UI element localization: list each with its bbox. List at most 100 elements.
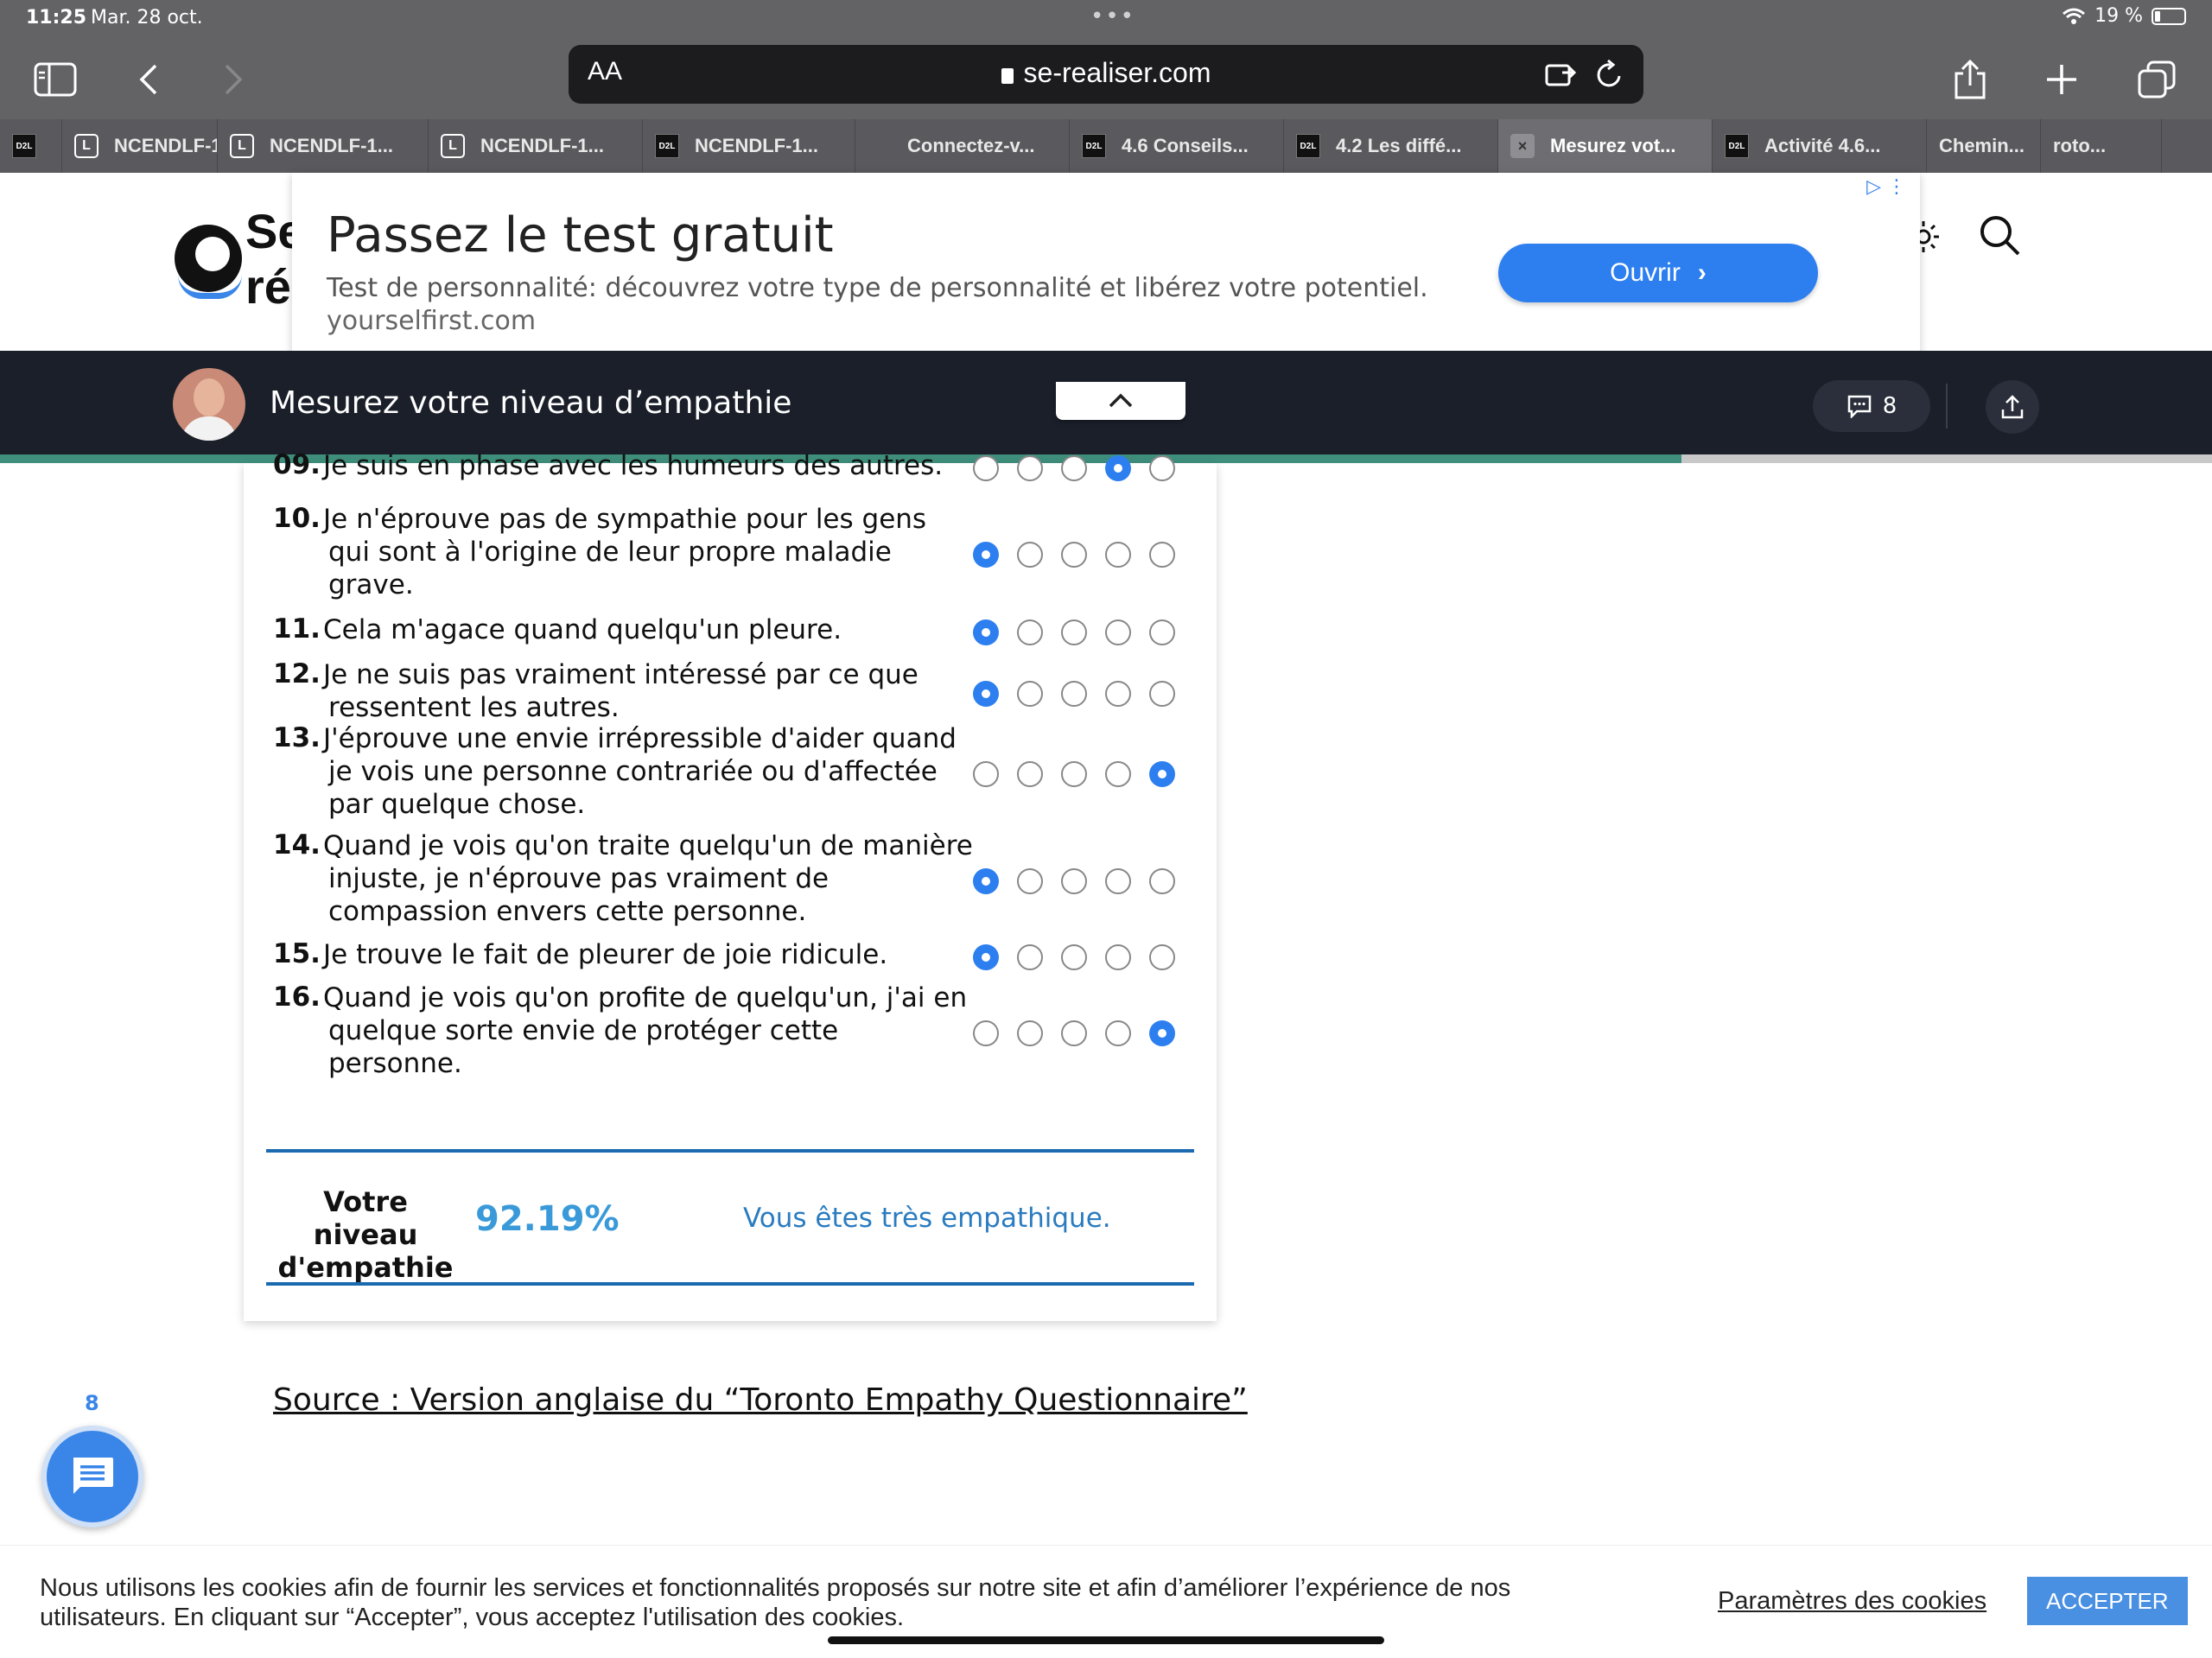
question-number: 14.	[273, 829, 321, 861]
answer-radio-3[interactable]	[1061, 455, 1087, 481]
answer-radio-3[interactable]	[1061, 944, 1087, 970]
l-favicon-icon: L	[74, 134, 99, 158]
home-indicator[interactable]	[828, 1636, 1384, 1644]
answer-radio-5[interactable]	[1149, 681, 1175, 707]
answer-radio-5[interactable]	[1149, 542, 1175, 568]
answer-radio-1[interactable]	[973, 868, 999, 894]
tab-label: roto...	[2053, 135, 2107, 156]
tab-label: Mesurez vot...	[1550, 135, 1676, 156]
answer-radio-4[interactable]	[1105, 681, 1131, 707]
extensions-icon[interactable]	[1545, 60, 1576, 88]
forward-icon[interactable]	[209, 55, 257, 104]
answer-radio-3[interactable]	[1061, 868, 1087, 894]
answer-radio-3[interactable]	[1061, 1020, 1087, 1046]
ad-open-label: Ouvrir	[1610, 258, 1681, 287]
answer-scale	[973, 619, 1224, 645]
answer-radio-4[interactable]	[1105, 761, 1131, 787]
answer-radio-5[interactable]	[1149, 868, 1175, 894]
author-avatar[interactable]	[173, 368, 245, 441]
answer-radio-2[interactable]	[1017, 542, 1043, 568]
question-number: 11.	[273, 613, 321, 645]
answer-radio-4[interactable]	[1105, 1020, 1131, 1046]
answer-radio-1[interactable]	[973, 542, 999, 568]
answer-radio-5[interactable]	[1149, 619, 1175, 645]
answer-radio-4[interactable]	[1105, 868, 1131, 894]
answer-radio-4[interactable]	[1105, 944, 1131, 970]
back-icon[interactable]	[124, 55, 173, 104]
comment-icon	[1847, 395, 1871, 418]
browser-tab[interactable]: D2L	[0, 119, 62, 173]
multitask-dots-icon[interactable]: •••	[1090, 3, 1135, 29]
answer-radio-1[interactable]	[973, 1020, 999, 1046]
comments-button[interactable]: 8	[1813, 380, 1930, 432]
question-text-line: Je n'éprouve pas de sympathie pour les g…	[323, 504, 927, 535]
tab-label: 4.2 Les diffé...	[1336, 135, 1462, 156]
answer-radio-3[interactable]	[1061, 681, 1087, 707]
browser-tab[interactable]: D2L 4.6 Conseils...	[1070, 119, 1284, 173]
tab-label: NCENDLF-1...	[695, 135, 818, 156]
answer-radio-5[interactable]	[1149, 944, 1175, 970]
floating-comments-button[interactable]	[41, 1426, 143, 1528]
answer-radio-1[interactable]	[973, 681, 999, 707]
browser-tab[interactable]: D2L Activité 4.6...	[1713, 119, 1927, 173]
url-text: se-realiser.com	[1023, 57, 1211, 88]
browser-tab[interactable]: L NCENDLF-1	[62, 119, 218, 173]
answer-radio-2[interactable]	[1017, 761, 1043, 787]
ad-domain: yourselfirst.com	[327, 306, 537, 336]
reload-icon[interactable]	[1595, 59, 1624, 90]
answer-radio-3[interactable]	[1061, 761, 1087, 787]
question-number: 12.	[273, 658, 321, 689]
browser-tab[interactable]: D2L 4.2 Les diffé...	[1284, 119, 1498, 173]
logo-swoosh	[178, 275, 242, 299]
search-icon[interactable]	[1977, 213, 2022, 257]
url-field[interactable]: se-realiser.com	[569, 57, 1643, 89]
answer-radio-5[interactable]	[1149, 1020, 1175, 1046]
d2l-favicon-icon: D2L	[1296, 134, 1320, 158]
message-icon	[73, 1458, 113, 1494]
answer-radio-2[interactable]	[1017, 868, 1043, 894]
answer-radio-3[interactable]	[1061, 619, 1087, 645]
browser-tab[interactable]: Chemin...	[1927, 119, 2041, 173]
close-tab-icon: ×	[1510, 134, 1535, 158]
answer-radio-4[interactable]	[1105, 455, 1131, 481]
answer-radio-3[interactable]	[1061, 542, 1087, 568]
question-number: 15.	[273, 938, 321, 969]
article-share-button[interactable]	[1986, 380, 2039, 434]
answer-radio-1[interactable]	[973, 761, 999, 787]
ad-open-button[interactable]: Ouvrir ›	[1498, 244, 1818, 302]
answer-radio-2[interactable]	[1017, 944, 1043, 970]
source-link[interactable]: Source : Version anglaise du “Toronto Em…	[273, 1382, 1248, 1418]
answer-radio-1[interactable]	[973, 944, 999, 970]
answer-radio-2[interactable]	[1017, 681, 1043, 707]
question-number: 13.	[273, 722, 321, 753]
share-icon[interactable]	[1946, 55, 1994, 104]
answer-radio-1[interactable]	[973, 619, 999, 645]
sidebar-toggle-icon[interactable]	[31, 55, 79, 104]
answer-radio-2[interactable]	[1017, 619, 1043, 645]
new-tab-icon[interactable]	[2037, 55, 2086, 104]
divider	[1946, 384, 1948, 429]
question-text-line: Quand je vois qu'on profite de quelqu'un…	[323, 982, 968, 1013]
status-right: 19 %	[2062, 5, 2186, 27]
ad-collapse-button[interactable]	[1056, 382, 1185, 420]
answer-radio-5[interactable]	[1149, 761, 1175, 787]
microsoft-favicon-icon	[868, 134, 892, 158]
cookie-accept-button[interactable]: ACCEPTER	[2027, 1577, 2188, 1625]
answer-radio-4[interactable]	[1105, 542, 1131, 568]
adchoices-icon[interactable]: ▷ ⋮	[1866, 176, 1906, 198]
browser-tab[interactable]: roto...	[2041, 119, 2162, 173]
browser-tab[interactable]: L NCENDLF-1...	[429, 119, 643, 173]
browser-tab[interactable]: D2L NCENDLF-1...	[643, 119, 855, 173]
answer-radio-2[interactable]	[1017, 455, 1043, 481]
cookie-settings-link[interactable]: Paramètres des cookies	[1718, 1587, 1986, 1616]
tab-label: NCENDLF-1...	[480, 135, 604, 156]
answer-radio-2[interactable]	[1017, 1020, 1043, 1046]
browser-tab[interactable]: Connectez-v...	[855, 119, 1070, 173]
browser-tab[interactable]: L NCENDLF-1...	[218, 119, 429, 173]
address-bar[interactable]: AA se-realiser.com	[569, 45, 1643, 104]
tabs-overview-icon[interactable]	[2133, 55, 2181, 104]
answer-radio-4[interactable]	[1105, 619, 1131, 645]
answer-radio-5[interactable]	[1149, 455, 1175, 481]
browser-tab[interactable]: × Mesurez vot...	[1498, 119, 1713, 173]
answer-radio-1[interactable]	[973, 455, 999, 481]
